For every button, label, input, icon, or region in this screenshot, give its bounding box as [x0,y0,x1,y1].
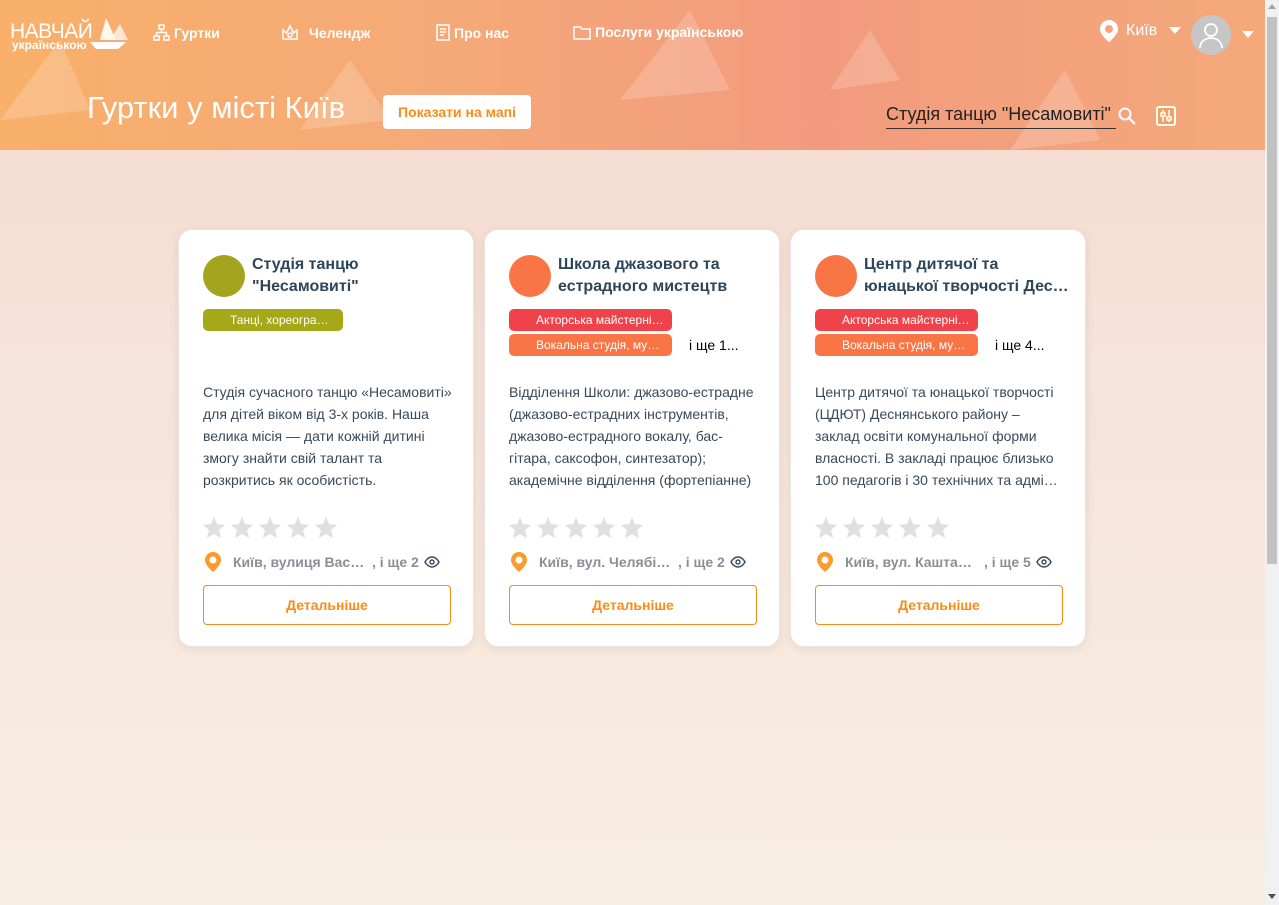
category-tag-label: Вокальна студія, музика [842,338,970,352]
star-icon[interactable] [815,517,837,538]
clubs-icon [153,24,170,41]
club-title[interactable]: Студія танцю "Несамовиті" [252,254,457,298]
category-tag[interactable]: Акторська майстерність, театр [815,309,978,331]
category-tag[interactable]: Акторська майстерність, театр [509,309,672,331]
rating-stars[interactable] [509,517,643,538]
category-tag-label: Вокальна студія, музика [536,338,664,352]
rating-stars[interactable] [203,517,337,538]
star-icon[interactable] [565,517,587,538]
chevron-down-icon [1169,27,1182,34]
search-icon[interactable] [1118,107,1136,125]
user-icon [1199,23,1223,49]
club-description: Студія сучасного танцю «Несамовиті» для … [203,384,452,488]
star-icon[interactable] [899,517,921,538]
logo-subtext: українською [12,38,87,52]
nav-services[interactable]: Послуги українською [573,24,743,40]
details-button[interactable]: Детальніше [815,585,1063,625]
nav-clubs-label: Гуртки [174,24,220,41]
scroll-down-arrow-icon[interactable] [1268,894,1276,899]
star-icon[interactable] [203,517,225,538]
star-icon[interactable] [871,517,893,538]
star-icon[interactable] [315,517,337,538]
more-tags[interactable]: і ще 1... [689,337,739,353]
star-icon[interactable] [259,517,281,538]
address-more: , і ще 2 [372,554,419,570]
category-tag[interactable]: Вокальна студія, музика [509,334,672,356]
club-logo [815,255,857,297]
category-tag-label: Акторська майстерність, театр [842,313,970,327]
location-pin-icon [1100,20,1118,42]
location-pin-icon [205,552,221,572]
search-input[interactable] [886,101,1116,129]
about-icon [436,24,450,41]
club-title[interactable]: Школа джазового та естрадного мистецтв [558,254,763,298]
club-logo [509,255,551,297]
scroll-up-arrow-icon[interactable] [1268,4,1276,9]
star-icon[interactable] [843,517,865,538]
nav-about[interactable]: Про нас [436,24,509,41]
details-button[interactable]: Детальніше [509,585,757,625]
rating-stars[interactable] [815,517,949,538]
challenge-icon [282,24,298,40]
star-icon[interactable] [287,517,309,538]
star-icon[interactable] [621,517,643,538]
details-button[interactable]: Детальніше [203,585,451,625]
club-address: Київ, вул. Каштанова , і ще 5 [815,551,1052,573]
address-text: Київ, вулиця Васильківська [233,554,368,570]
filter-sliders-icon [1160,110,1172,122]
nav-challenge[interactable]: Челендж [281,24,370,41]
city-name: Київ [1126,22,1158,39]
show-on-map-button[interactable]: Показати на мапі [383,95,531,129]
category-tag-label: Танці, хореографія [230,313,335,327]
more-tags[interactable]: і ще 4... [995,337,1045,353]
category-tag[interactable]: Танці, хореографія [203,309,343,331]
location-pin-icon [511,552,527,572]
club-card: Школа джазового та естрадного мистецтв А… [484,229,780,647]
page-title: Гуртки у місті Київ [87,90,346,125]
star-icon[interactable] [231,517,253,538]
avatar[interactable] [1191,15,1231,55]
location-pin-icon [817,552,833,572]
nav-clubs[interactable]: Гуртки [153,24,220,41]
club-logo [203,255,245,297]
star-icon[interactable] [593,517,615,538]
address-more: , і ще 5 [984,554,1031,570]
filter-button[interactable] [1156,106,1176,126]
scrollbar-thumb[interactable] [1267,17,1277,564]
category-tag[interactable]: Вокальна студія, музика [815,334,978,356]
nav-challenge-label: Челендж [309,24,371,41]
address-more: , і ще 2 [678,554,725,570]
club-title[interactable]: Центр дитячої та юнацької творчості Дес… [864,254,1069,298]
club-description: Центр дитячої та юнацької творчості (ЦДЮ… [815,384,1058,488]
star-icon[interactable] [927,517,949,538]
club-card: Центр дитячої та юнацької творчості Дес…… [790,229,1086,647]
decorative-bird-icon [830,30,900,90]
chevron-down-icon[interactable] [1242,31,1254,39]
vertical-scrollbar[interactable] [1265,0,1279,905]
address-text: Київ, вул. Челябінська [539,554,674,570]
site-logo[interactable]: НАВЧАЙ українською [10,16,130,56]
club-description: Відділення Школи: джазово-естрадне (джаз… [509,384,754,488]
paper-boat-icon [90,18,128,49]
city-selector[interactable]: Київ [1098,19,1182,43]
nav-about-label: Про нас [454,24,510,41]
club-address: Київ, вулиця Васильківська , і ще 2 [203,551,440,573]
eye-icon[interactable] [730,556,746,568]
eye-icon[interactable] [424,556,440,568]
folder-icon [573,25,591,40]
nav-services-label: Послуги українською [595,24,744,40]
eye-icon[interactable] [1036,556,1052,568]
club-address: Київ, вул. Челябінська , і ще 2 [509,551,746,573]
address-text: Київ, вул. Каштанова [845,554,980,570]
header: НАВЧАЙ українською Гуртки Челендж Про на… [0,0,1265,150]
star-icon[interactable] [509,517,531,538]
category-tag-label: Акторська майстерність, театр [536,313,664,327]
club-card: Студія танцю "Несамовиті" Танці, хореогр… [178,229,474,647]
star-icon[interactable] [537,517,559,538]
